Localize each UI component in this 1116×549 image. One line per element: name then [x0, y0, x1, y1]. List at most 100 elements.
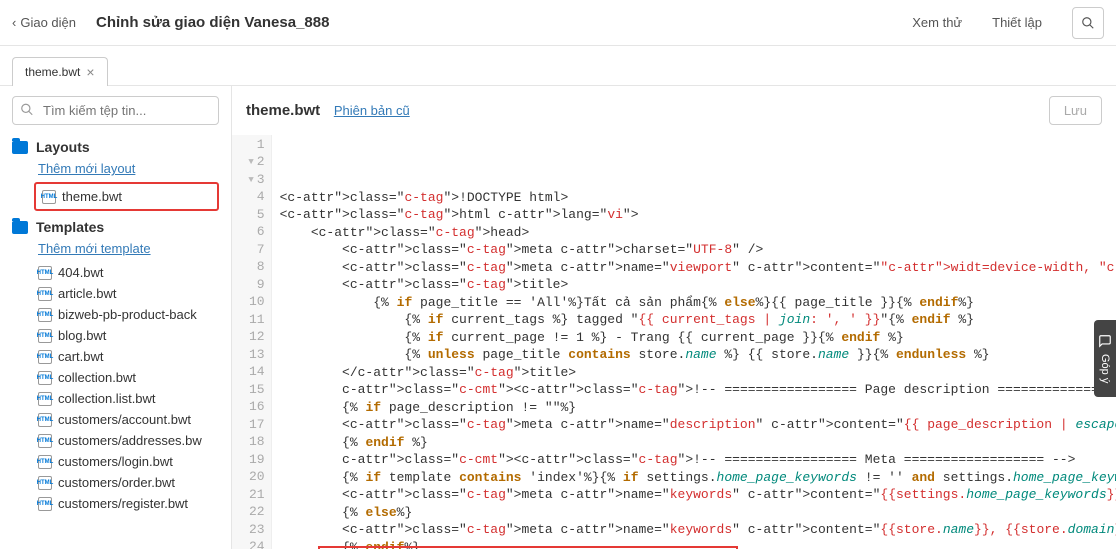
file-label: customers/register.bwt — [58, 496, 188, 511]
section-label: Templates — [36, 219, 104, 235]
gutter-line: 18 — [238, 434, 265, 452]
file-item[interactable]: HTML customers/addresses.bw — [12, 430, 219, 451]
code-line[interactable]: </c-attr">class="c-tag">title> — [280, 364, 1116, 382]
file-label: collection.bwt — [58, 370, 136, 385]
code-line[interactable]: {% if page_title == 'All'%}Tất cả sản ph… — [280, 294, 1116, 312]
file-item[interactable]: HTML customers/register.bwt — [12, 493, 219, 514]
file-label: article.bwt — [58, 286, 117, 301]
file-icon: HTML — [38, 266, 52, 280]
file-item[interactable]: HTML customers/order.bwt — [12, 472, 219, 493]
preview-link[interactable]: Xem thử — [912, 15, 962, 30]
fold-icon[interactable]: ▼ — [246, 174, 254, 186]
code-line[interactable]: {% else%} — [280, 504, 1116, 522]
code-line[interactable]: {% if page_description != ""%} — [280, 399, 1116, 417]
code-line[interactable]: <c-attr">class="c-tag">meta c-attr">name… — [280, 416, 1116, 434]
file-item[interactable]: HTML bizweb-pb-product-back — [12, 304, 219, 325]
page-title: Chỉnh sửa giao diện Vanesa_888 — [96, 14, 329, 31]
gutter-line: 24 — [238, 539, 265, 549]
file-item[interactable]: HTMLcart.bwt — [12, 346, 219, 367]
code-line[interactable]: c-attr">class="c-cmt"><c-attr">class="c-… — [280, 381, 1116, 399]
feedback-tab[interactable]: Góp ý — [1094, 320, 1116, 397]
file-icon: HTML — [38, 434, 52, 448]
code-line[interactable]: {% if current_page != 1 %} - Trang {{ cu… — [280, 329, 1116, 347]
back-label: Giao diện — [20, 15, 76, 30]
search-input[interactable] — [12, 96, 219, 125]
fold-icon[interactable]: ▼ — [246, 156, 254, 168]
file-item[interactable]: HTMLcustomers/login.bwt — [12, 451, 219, 472]
file-label: cart.bwt — [58, 349, 104, 364]
code-line[interactable]: <c-attr">class="c-tag">meta c-attr">name… — [280, 521, 1116, 539]
add-layout-link[interactable]: Thêm mới layout — [38, 161, 219, 176]
add-template-link[interactable]: Thêm mới template — [38, 241, 219, 256]
gutter-line: 5 — [238, 206, 265, 224]
code-editor[interactable]: 1▼2▼345678910111213141516171819202122232… — [232, 135, 1116, 549]
section-layouts[interactable]: Layouts — [12, 139, 219, 155]
file-item[interactable]: HTML customers/account.bwt — [12, 409, 219, 430]
file-icon: HTML — [38, 371, 52, 385]
gutter-line: 20 — [238, 469, 265, 487]
gutter-line: 23 — [238, 521, 265, 539]
file-label: blog.bwt — [58, 328, 106, 343]
gutter-line: 6 — [238, 224, 265, 242]
section-templates[interactable]: Templates — [12, 219, 219, 235]
gutter-line: 10 — [238, 294, 265, 312]
file-item[interactable]: HTML collection.bwt — [12, 367, 219, 388]
tab-theme-bwt[interactable]: theme.bwt × — [12, 57, 108, 86]
folder-icon — [12, 141, 28, 154]
gutter-line: 7 — [238, 241, 265, 259]
file-icon: HTML — [38, 287, 52, 301]
file-icon: HTML — [38, 497, 52, 511]
gutter-line: 16 — [238, 399, 265, 417]
back-link[interactable]: ‹ Giao diện — [12, 15, 76, 30]
file-icon: HTML — [38, 476, 52, 490]
file-item[interactable]: HTMLcollection.list.bwt — [12, 388, 219, 409]
editor-filename: theme.bwt — [246, 102, 320, 119]
version-link[interactable]: Phiên bản cũ — [334, 103, 410, 118]
chevron-left-icon: ‹ — [12, 15, 16, 30]
code-line[interactable]: <c-attr">class="c-tag">html c-attr">lang… — [280, 206, 1116, 224]
code-line[interactable]: <c-attr">class="c-tag">title> — [280, 276, 1116, 294]
code-line[interactable]: <c-attr">class="c-tag">head> — [280, 224, 1116, 242]
file-icon: HTML — [38, 308, 52, 322]
file-label: 404.bwt — [58, 265, 104, 280]
file-item[interactable]: HTML article.bwt — [12, 283, 219, 304]
gutter-line: 22 — [238, 504, 265, 522]
code-line[interactable]: <c-attr">class="c-tag">!DOCTYPE html> — [280, 189, 1116, 207]
file-icon: HTML — [38, 413, 52, 427]
gutter-line: 1 — [238, 136, 265, 154]
gutter-line: 11 — [238, 311, 265, 329]
file-item[interactable]: HTML blog.bwt — [12, 325, 219, 346]
code-line[interactable]: <c-attr">class="c-tag">meta c-attr">name… — [280, 486, 1116, 504]
tab-bar: theme.bwt × — [0, 46, 1116, 86]
code-line[interactable]: {% endif %} — [280, 434, 1116, 452]
file-label: customers/login.bwt — [58, 454, 173, 469]
save-button[interactable]: Lưu — [1049, 96, 1102, 125]
settings-link[interactable]: Thiết lập — [992, 15, 1042, 30]
code-line[interactable]: c-attr">class="c-cmt"><c-attr">class="c-… — [280, 451, 1116, 469]
code-line[interactable]: {% if template contains 'index'%}{% if s… — [280, 469, 1116, 487]
file-label: customers/order.bwt — [58, 475, 175, 490]
file-label: customers/account.bwt — [58, 412, 191, 427]
gutter-line: 15 — [238, 381, 265, 399]
file-theme-bwt[interactable]: HTML theme.bwt — [38, 186, 215, 207]
file-label: bizweb-pb-product-back — [58, 307, 197, 322]
code-line[interactable]: {% unless page_title contains store.name… — [280, 346, 1116, 364]
gutter-line: 4 — [238, 189, 265, 207]
search-button[interactable] — [1072, 7, 1104, 39]
close-icon[interactable]: × — [86, 64, 94, 80]
gutter-line: 17 — [238, 416, 265, 434]
section-label: Layouts — [36, 139, 90, 155]
chat-icon — [1098, 334, 1112, 348]
code-line[interactable]: <c-attr">class="c-tag">meta c-attr">char… — [280, 241, 1116, 259]
file-icon: HTML — [38, 329, 52, 343]
code-line[interactable]: {% endif%} — [280, 539, 1116, 549]
code-line[interactable]: <c-attr">class="c-tag">meta c-attr">name… — [280, 259, 1116, 277]
feedback-label: Góp ý — [1099, 354, 1111, 383]
search-icon — [20, 102, 34, 119]
gutter-line: 8 — [238, 259, 265, 277]
file-item[interactable]: HTML 404.bwt — [12, 262, 219, 283]
file-label: theme.bwt — [62, 189, 122, 204]
file-label: customers/addresses.bw — [58, 433, 202, 448]
gutter-line: ▼3 — [238, 171, 265, 189]
code-line[interactable]: {% if current_tags %} tagged "{{ current… — [280, 311, 1116, 329]
